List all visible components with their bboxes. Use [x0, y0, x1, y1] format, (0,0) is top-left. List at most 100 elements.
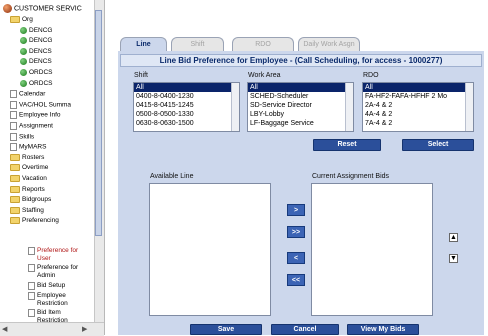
- tree-node[interactable]: Calendar: [10, 90, 45, 99]
- tree-node[interactable]: Vacation: [10, 175, 47, 183]
- work-area-listbox-scrollbar[interactable]: [345, 83, 353, 131]
- view-my-bids-button[interactable]: View My Bids: [347, 324, 419, 335]
- shift-label: Shift: [134, 72, 149, 79]
- rdo-option[interactable]: FA-HF2-FAFA-HFHF 2 Mo: [363, 92, 473, 101]
- tree-leaf-sublabel: User: [37, 255, 51, 262]
- work-area-label: Work Area: [248, 72, 281, 79]
- tree-node[interactable]: Preferencing: [10, 217, 59, 225]
- tree-leaf[interactable]: Bid Setup: [28, 282, 65, 291]
- rdo-option[interactable]: 2A-4 & 2: [363, 101, 473, 110]
- tree-node[interactable]: DENCG: [20, 26, 53, 35]
- move-down-icon[interactable]: ▼: [449, 254, 458, 263]
- tree-node[interactable]: DENCS: [20, 47, 52, 56]
- tree-node-label: ORDCS: [29, 79, 53, 87]
- tree-leaf[interactable]: Employee Restriction: [28, 292, 68, 308]
- folder-icon: [10, 196, 20, 204]
- tree-node-label: Assignment: [19, 122, 53, 130]
- move-all-right-button[interactable]: >>: [287, 226, 305, 238]
- shift-listbox[interactable]: All 0400-8-0400-1230 0415-8-0415-1245 0500-…: [133, 82, 240, 132]
- shift-option[interactable]: 0415-8-0415-1245: [134, 101, 239, 110]
- tree-node[interactable]: Overtime: [10, 164, 48, 172]
- tree-node[interactable]: VAC/HOL Summa: [10, 100, 72, 110]
- current-bids-label: Current Assignment Bids: [312, 173, 390, 180]
- reset-button[interactable]: Reset: [313, 139, 381, 151]
- tree-node[interactable]: ORDCS: [20, 79, 53, 88]
- work-area-option[interactable]: SD-Service Director: [248, 101, 353, 110]
- document-icon: [10, 111, 17, 120]
- tree-root-label: CUSTOMER SERVIC: [14, 5, 82, 13]
- folder-icon: [10, 217, 20, 225]
- tab-rdo[interactable]: RDO: [232, 37, 294, 51]
- work-area-option[interactable]: LF-Baggage Service: [248, 119, 353, 128]
- tree-node-label: Reports: [22, 185, 45, 193]
- rdo-listbox-scrollbar[interactable]: [465, 83, 473, 131]
- work-area-option[interactable]: SCHED-Scheduler: [248, 92, 353, 101]
- tree-node[interactable]: ORDCS: [20, 69, 52, 77]
- save-button[interactable]: Save: [190, 324, 262, 335]
- tree-leaf-label: Preference for: [37, 247, 79, 254]
- folder-icon: [10, 16, 20, 23]
- move-right-button[interactable]: >: [287, 204, 305, 216]
- org-unit-icon: [20, 47, 27, 55]
- tree-leaf-sublabel: Restriction: [37, 300, 68, 307]
- tree-node-label: ORDCS: [29, 69, 53, 77]
- work-area-listbox[interactable]: All SCHED-Scheduler SD-Service Director LBY…: [247, 82, 354, 132]
- rdo-option[interactable]: All: [363, 83, 473, 92]
- tree-node[interactable]: Skills: [10, 132, 34, 142]
- tree-root[interactable]: CUSTOMER SERVIC: [3, 4, 82, 13]
- current-bids-listbox[interactable]: [311, 183, 433, 316]
- tree-node[interactable]: DENCG: [20, 37, 52, 45]
- tree-node[interactable]: Rosters: [10, 153, 44, 162]
- tab-line[interactable]: Line: [120, 37, 167, 51]
- tree-node[interactable]: Assignment: [10, 122, 53, 131]
- tree-node-label: Vacation: [22, 175, 47, 183]
- document-icon: [28, 282, 35, 290]
- rdo-option[interactable]: 4A-4 & 2: [363, 110, 473, 119]
- shift-option[interactable]: All: [134, 83, 239, 92]
- tab-shift[interactable]: Shift: [171, 37, 224, 51]
- rdo-option[interactable]: 7A-4 & 2: [363, 119, 473, 128]
- document-icon: [10, 143, 17, 152]
- rdo-label: RDO: [363, 72, 379, 79]
- tree-scroll-thumb[interactable]: [95, 10, 102, 236]
- move-left-button[interactable]: <: [287, 252, 305, 264]
- tree-node[interactable]: Staffing: [10, 206, 44, 215]
- tree-leaf[interactable]: Preference for Admin: [28, 264, 78, 280]
- cancel-button[interactable]: Cancel: [271, 324, 339, 335]
- tree-node[interactable]: Org: [10, 16, 33, 24]
- org-unit-icon: [20, 26, 27, 34]
- shift-option[interactable]: 0630-8-0630-1500: [134, 119, 239, 128]
- tab-daily-work-asgn[interactable]: Daily Work Asgn: [298, 37, 360, 51]
- tree-node-label: VAC/HOL Summa: [19, 101, 72, 109]
- shift-option[interactable]: 0500-8-0500-1330: [134, 110, 239, 119]
- folder-icon: [10, 185, 20, 193]
- tree-node[interactable]: DENCS: [20, 58, 52, 66]
- tree-node[interactable]: Reports: [10, 185, 45, 194]
- shift-listbox-scrollbar[interactable]: [231, 83, 239, 131]
- select-button[interactable]: Select: [402, 139, 474, 151]
- document-icon: [28, 309, 35, 317]
- available-line-listbox[interactable]: [149, 183, 271, 316]
- work-area-option[interactable]: All: [248, 83, 353, 92]
- work-area-option[interactable]: LBY-Lobby: [248, 110, 353, 119]
- document-icon: [10, 122, 17, 130]
- tree-node-label: DENCG: [29, 37, 53, 45]
- document-icon: [28, 292, 35, 300]
- tree-node-label: DENCG: [29, 26, 53, 34]
- tree-node[interactable]: Bidgroups: [10, 196, 51, 204]
- tree-leaf[interactable]: Preference for User: [28, 247, 78, 263]
- tree-horizontal-scrollbar[interactable]: ◀ ▶: [0, 322, 104, 336]
- tree-node[interactable]: MyMARS: [10, 143, 46, 152]
- navigation-tree: CUSTOMER SERVIC Org DENCG DENCG DENCS DENCS O…: [0, 0, 105, 335]
- tree-node-label: Staffing: [22, 207, 44, 215]
- move-all-left-button[interactable]: <<: [287, 274, 305, 286]
- rdo-listbox[interactable]: All FA-HF2-FAFA-HFHF 2 Mo 2A-4 & 2 4A-4 & 2…: [362, 82, 474, 132]
- available-line-label: Available Line: [150, 173, 194, 180]
- scroll-right-icon[interactable]: ▶: [82, 325, 87, 333]
- tree-node-label: Org: [22, 16, 33, 24]
- tree-node[interactable]: Employee Info: [10, 111, 61, 120]
- shift-option[interactable]: 0400-8-0400-1230: [134, 92, 239, 101]
- move-up-icon[interactable]: ▲: [449, 233, 458, 242]
- scroll-left-icon[interactable]: ◀: [2, 325, 7, 333]
- globe-icon: [3, 4, 12, 13]
